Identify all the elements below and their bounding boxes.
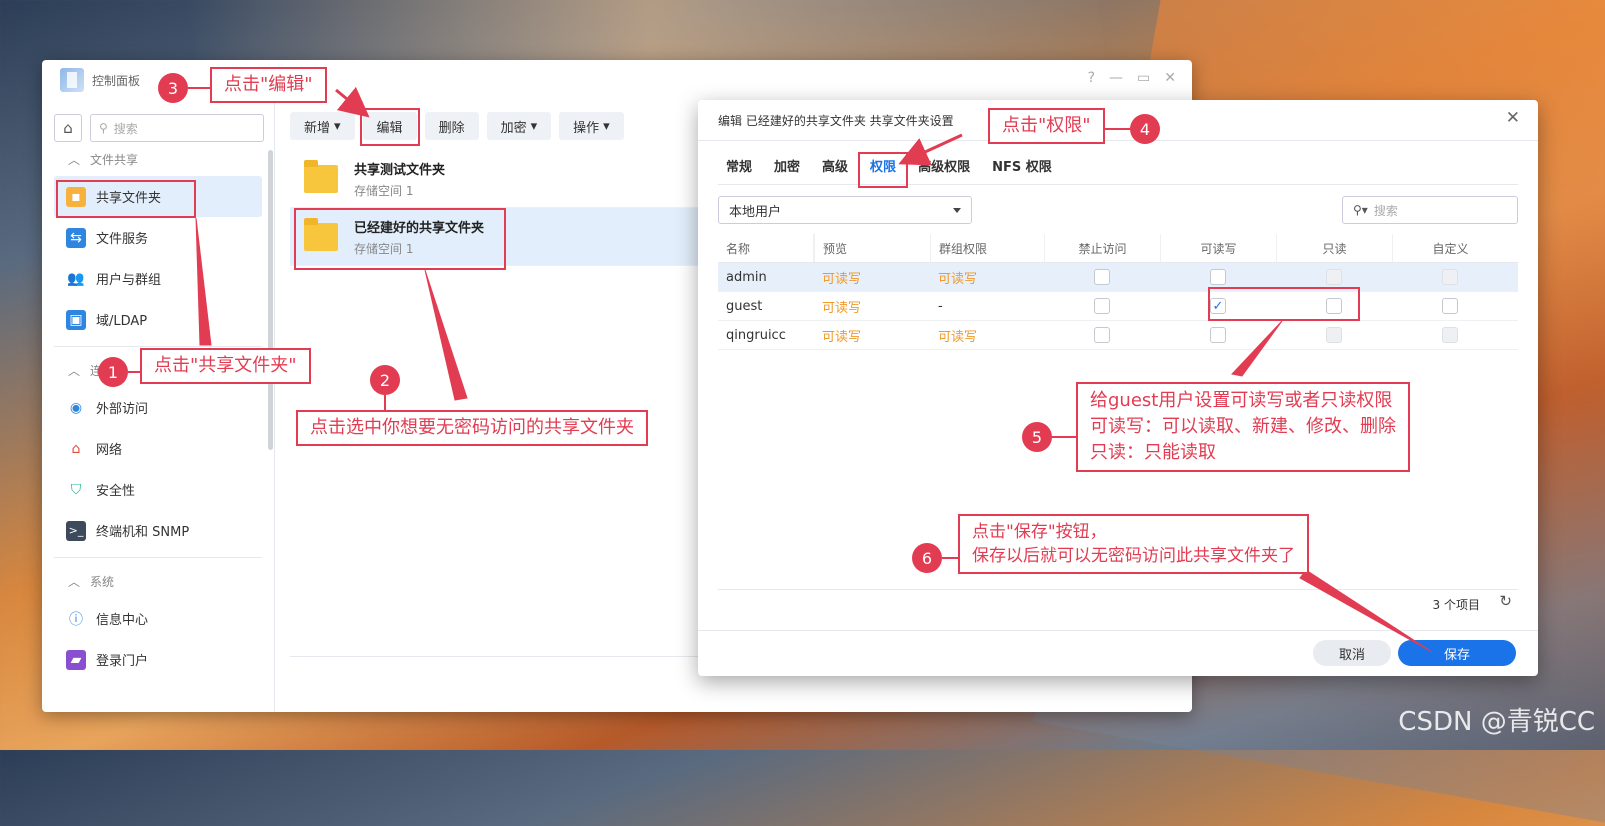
arrow-2 [424,269,468,401]
watermark: CSDN @青锐CC [1398,707,1595,737]
arrow-3 [335,86,370,118]
note-step-1: 点击"共享文件夹" [140,348,311,384]
note-step-6: 点击"保存"按钮， 保存以后就可以无密码访问此共享文件夹了 [958,514,1309,574]
step-badge-3: 3 [158,73,188,103]
arrow-1 [195,217,212,346]
step-badge-1: 1 [98,357,128,387]
step-badge-4: 4 [1130,114,1160,144]
step-badge-5: 5 [1022,422,1052,452]
note-step-5: 给guest用户设置可读写或者只读权限 可读写：可以读取、新建、修改、删除 只读… [1076,382,1410,472]
arrow-5 [1231,320,1283,377]
arrow-4 [898,133,963,166]
step-badge-6: 6 [912,543,942,573]
note-step-2: 点击选中你想要无密码访问的共享文件夹 [296,410,648,446]
arrow-6 [1299,569,1433,653]
step-badge-2: 2 [370,365,400,395]
note-step-4: 点击"权限" [988,108,1105,144]
note-step-3: 点击"编辑" [210,67,327,103]
